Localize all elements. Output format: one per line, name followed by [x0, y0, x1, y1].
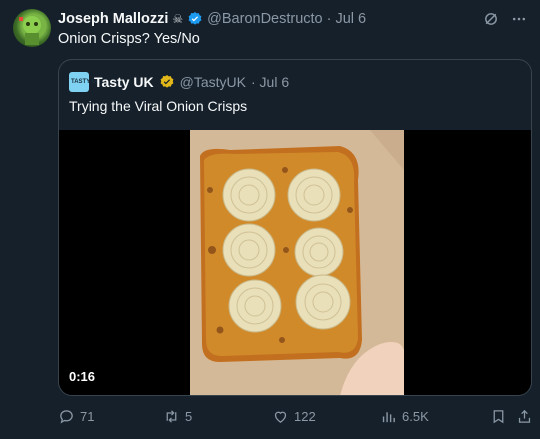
repost-icon [166, 409, 177, 423]
bookmark-button[interactable] [490, 408, 507, 425]
author-emoji: ☠ [172, 12, 184, 26]
repost-button[interactable]: 5 [163, 408, 192, 425]
video-thumbnail [190, 130, 404, 395]
action-bar: 71 5 122 6.5K [58, 404, 532, 428]
reply-count: 71 [80, 408, 95, 424]
reply-icon [60, 409, 73, 423]
author-handle[interactable]: @BaronDestructo [207, 11, 322, 27]
grok-icon[interactable] [482, 10, 500, 28]
avatar[interactable] [13, 9, 51, 47]
quoted-author-handle[interactable]: @TastyUK [180, 74, 246, 90]
share-button[interactable] [516, 408, 533, 425]
like-icon [274, 411, 287, 423]
bookmark-icon [493, 409, 504, 423]
quoted-post[interactable]: TASTY UK Tasty UK @TastyUK · Jul 6 Tryin… [58, 59, 532, 396]
post-text: Onion Crisps? Yes/No [58, 31, 200, 47]
verified-badge-icon [187, 11, 203, 27]
author-name[interactable]: Joseph Mallozzi [58, 11, 168, 27]
like-count: 122 [294, 408, 316, 424]
tasty-uk-logo[interactable]: TASTY UK [69, 72, 101, 92]
video-duration: 0:16 [69, 369, 96, 384]
views-button[interactable]: 6.5K [380, 408, 429, 425]
quoted-author-name[interactable]: Tasty UK [94, 74, 154, 90]
quoted-post-header: TASTY UK Tasty UK @TastyUK · Jul 6 [69, 72, 289, 92]
share-icon [518, 409, 531, 423]
post-header: Joseph Mallozzi ☠ @BaronDestructo · Jul … [58, 10, 366, 28]
views-icon [382, 411, 395, 422]
repost-count: 5 [185, 408, 193, 424]
like-button[interactable]: 122 [272, 408, 316, 425]
gold-verified-badge-icon [159, 74, 175, 90]
view-count: 6.5K [402, 408, 429, 424]
reply-button[interactable]: 71 [58, 408, 94, 425]
more-icon[interactable] [510, 10, 528, 28]
post-date[interactable]: · Jul 6 [327, 11, 367, 27]
avatar-image [19, 16, 41, 45]
video-player[interactable]: 0:16 [59, 130, 531, 395]
quoted-post-date[interactable]: · Jul 6 [251, 74, 289, 90]
logo-text: TASTY UK [71, 79, 101, 85]
quoted-post-text: Trying the Viral Onion Crisps [69, 98, 248, 114]
